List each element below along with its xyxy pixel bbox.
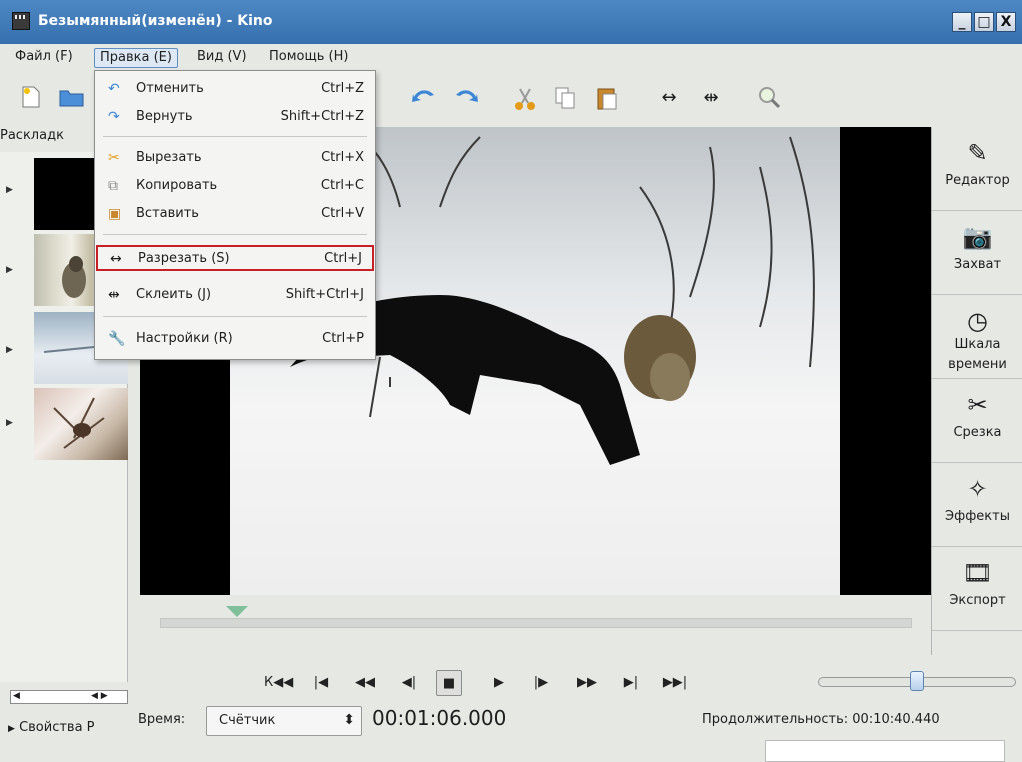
close-button[interactable]: X [996, 12, 1016, 32]
expand-arrow-icon[interactable]: ▶ [6, 418, 13, 428]
status-box [765, 740, 1005, 762]
mode-editor[interactable]: ✎ Редактор [932, 127, 1022, 211]
mode-export[interactable]: 🎞 Экспорт [932, 547, 1022, 631]
scene-thumbnail[interactable] [34, 388, 128, 460]
scroll-left-icon[interactable]: ◀ [13, 691, 20, 701]
join-scenes-icon[interactable]: ⇹ [698, 85, 724, 111]
duration-label: Продолжительность: 00:10:40.440 [702, 712, 940, 727]
menu-bar: Файл (F) Правка (E) Вид (V) Помощь (H) [0, 44, 1022, 70]
undo-icon[interactable] [410, 85, 436, 111]
undo-icon: ↶ [108, 81, 120, 97]
position-slider-area [140, 595, 931, 655]
export-film-icon: 🎞 [962, 559, 993, 587]
storyboard-label: Раскладк [0, 128, 64, 143]
menu-file[interactable]: Файл (F) [10, 48, 78, 68]
minimize-button[interactable]: _ [952, 12, 972, 32]
mode-trim[interactable]: ✂ Срезка [932, 379, 1022, 463]
paste-icon[interactable] [594, 85, 620, 111]
copy-icon[interactable] [552, 85, 578, 111]
timeline-clock-icon: ◷ [967, 307, 988, 335]
menu-separator [103, 316, 367, 317]
select-arrows-icon: ⬍ [343, 712, 355, 728]
timecode-display: 00:01:06.000 [372, 706, 507, 730]
scroll-arrows-icon[interactable]: ◀ ▶ [91, 691, 108, 701]
preferences-icon: 🔧 [108, 331, 126, 347]
cut-icon: ✂ [108, 150, 120, 166]
copy-icon: ⧉ [108, 178, 118, 194]
menu-item-preferences[interactable]: 🔧 Настройки (R) Ctrl+P [96, 327, 374, 353]
menu-item-split-scene[interactable]: ↔ Разрезать (S) Ctrl+J [96, 245, 374, 271]
mode-capture[interactable]: 📷 Захват [932, 211, 1022, 295]
time-format-value: Счётчик [219, 713, 276, 728]
cut-icon[interactable] [512, 85, 538, 111]
previous-frame-button[interactable]: ◀| [396, 670, 422, 696]
menu-item-redo[interactable]: ↷ Вернуть Shift+Ctrl+Z [96, 105, 374, 131]
mode-timeline[interactable]: ◷ Шкала времени [932, 295, 1022, 379]
split-scene-icon: ↔ [110, 251, 122, 267]
maximize-button[interactable]: □ [974, 12, 994, 32]
storyboard-scrollbar[interactable]: ◀ ◀ ▶ [10, 690, 128, 704]
window-title: Безымянный(изменён) - Kino [38, 13, 273, 29]
menu-edit[interactable]: Правка (E) [94, 48, 178, 68]
effects-sparkle-icon: ✧ [967, 475, 988, 503]
time-label: Время: [138, 712, 186, 727]
capture-camera-icon: 📷 [962, 223, 993, 251]
properties-label: Свойства Р [19, 720, 95, 735]
time-format-select[interactable]: Счётчик ⬍ [206, 706, 362, 736]
menu-separator [103, 136, 367, 137]
last-scene-button[interactable]: ▶▶| [662, 670, 688, 696]
stop-button[interactable]: ■ [436, 670, 462, 696]
mode-sidebar: ✎ Редактор 📷 Захват ◷ Шкала времени ✂ Ср… [931, 127, 1022, 655]
paste-icon: ▣ [108, 206, 122, 222]
scrub-track[interactable] [160, 618, 912, 628]
title-bar: Безымянный(изменён) - Kino _ □ X [0, 0, 1022, 44]
play-button[interactable]: ▶ [486, 670, 512, 696]
next-scene-button[interactable]: ▶| [618, 670, 644, 696]
volume-slider-knob[interactable] [910, 671, 924, 691]
expand-arrow-icon[interactable]: ▶ [6, 345, 13, 355]
collapse-arrow-icon: ▶ [8, 724, 15, 734]
menu-item-cut[interactable]: ✂ Вырезать Ctrl+X [96, 146, 374, 172]
menu-separator [103, 234, 367, 235]
redo-icon: ↷ [108, 109, 120, 125]
menu-item-join-scenes[interactable]: ⇹ Склеить (J) Shift+Ctrl+J [96, 283, 374, 309]
menu-help[interactable]: Помощь (H) [264, 48, 353, 68]
first-scene-button[interactable]: К◀◀ [264, 670, 293, 696]
properties-toggle[interactable]: ▶ Свойства Р [8, 720, 95, 735]
expand-arrow-icon[interactable]: ▶ [6, 265, 13, 275]
fast-forward-button[interactable]: ▶▶ [574, 670, 600, 696]
menu-view[interactable]: Вид (V) [192, 48, 252, 68]
rewind-button[interactable]: ◀◀ [352, 670, 378, 696]
playhead-marker[interactable] [226, 606, 249, 617]
menu-item-undo[interactable]: ↶ Отменить Ctrl+Z [96, 77, 374, 103]
zoom-icon[interactable] [756, 85, 782, 111]
mode-effects[interactable]: ✧ Эффекты [932, 463, 1022, 547]
split-scene-icon[interactable]: ↔ [656, 85, 682, 111]
trim-icon: ✂ [967, 391, 988, 419]
expand-arrow-icon[interactable]: ▶ [6, 185, 13, 195]
previous-scene-button[interactable]: |◀ [308, 670, 334, 696]
open-folder-icon[interactable] [58, 85, 84, 111]
kino-app-icon [12, 12, 30, 30]
redo-icon[interactable] [452, 85, 478, 111]
menu-item-copy[interactable]: ⧉ Копировать Ctrl+C [96, 174, 374, 200]
editor-icon: ✎ [967, 139, 988, 167]
next-frame-button[interactable]: |▶ [528, 670, 554, 696]
edit-menu-dropdown: ↶ Отменить Ctrl+Z ↷ Вернуть Shift+Ctrl+Z… [94, 70, 376, 360]
new-file-icon[interactable] [18, 85, 44, 111]
menu-item-paste[interactable]: ▣ Вставить Ctrl+V [96, 202, 374, 228]
join-scenes-icon: ⇹ [108, 287, 120, 303]
